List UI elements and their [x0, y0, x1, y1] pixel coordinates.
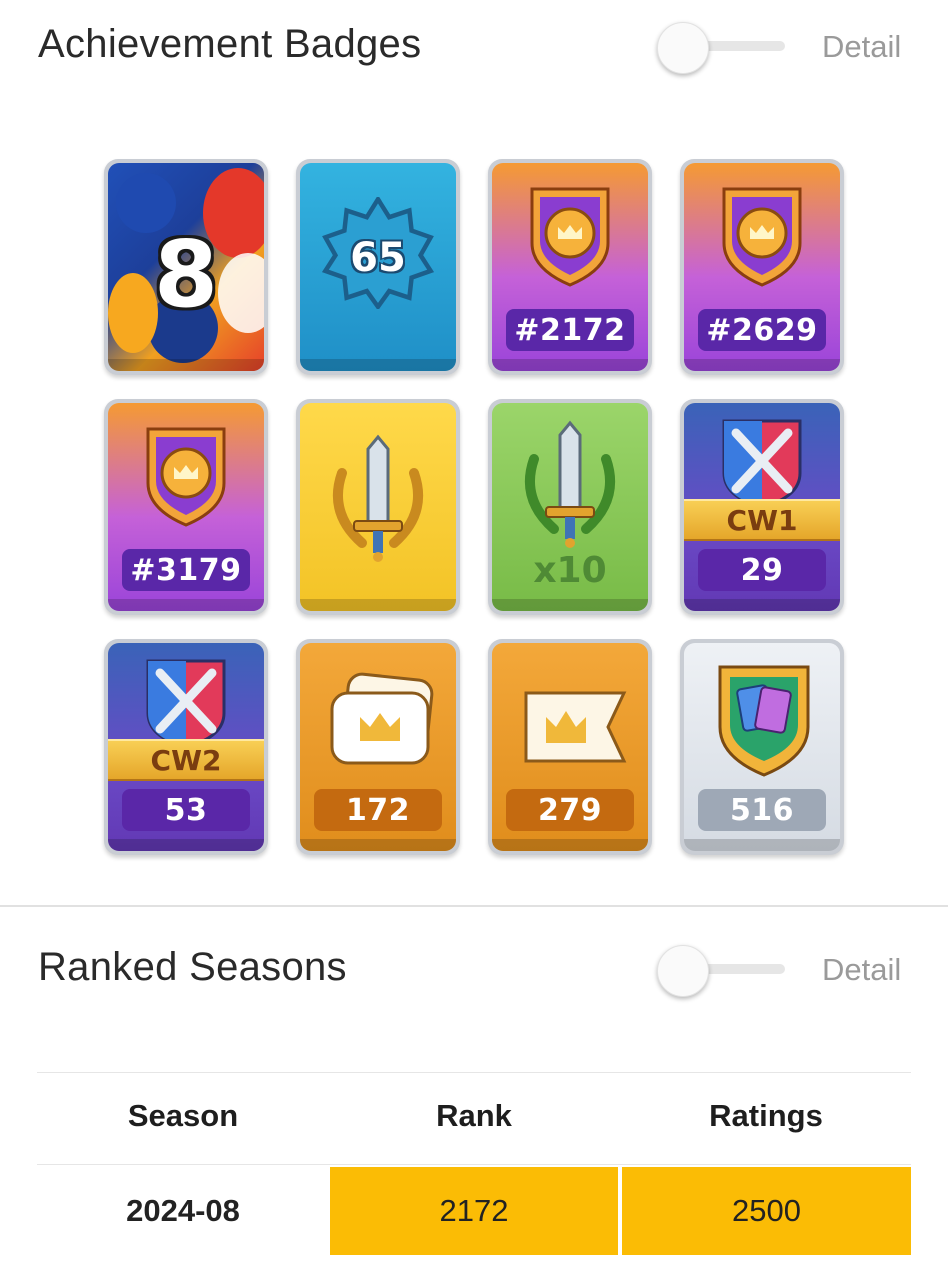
rank-label: #2172 [506, 309, 634, 351]
badge-sword-gold[interactable] [296, 399, 460, 615]
anniversary-number: 8 [153, 221, 218, 328]
crown-flag-icon [524, 691, 627, 763]
sword-laurel-icon [332, 434, 424, 562]
rank-label: #2629 [698, 309, 826, 351]
table-top-border [37, 1072, 911, 1073]
badge-anniversary[interactable]: 8 [104, 159, 268, 375]
ranked-seasons-title: Ranked Seasons [38, 945, 347, 989]
cell-rank: 2172 [330, 1167, 618, 1255]
count-label: 516 [698, 789, 826, 831]
header-season: Season [127, 1098, 239, 1133]
cards-shield-icon [718, 665, 810, 777]
count-label: 279 [506, 789, 634, 831]
table-row-border [37, 1164, 911, 1165]
cell-ratings: 2500 [622, 1167, 911, 1255]
multiplier-text: x10 [533, 550, 607, 591]
badge-level[interactable]: 65 [296, 159, 460, 375]
achievement-detail-label: Detail [822, 29, 902, 64]
badge-cards-shield[interactable]: 516 [680, 639, 844, 855]
badge-cw2[interactable]: CW2 53 [104, 639, 268, 855]
badge-crown-flag[interactable]: 279 [488, 639, 652, 855]
rank-label: #3179 [122, 549, 250, 591]
level-number: 65 [350, 235, 406, 281]
toggle-knob [657, 945, 709, 997]
toggle-knob [657, 22, 709, 74]
header-ratings: Ratings [709, 1098, 823, 1133]
crown-card-icon [330, 672, 434, 765]
ranked-detail-label: Detail [822, 952, 902, 987]
badge-rank-3179[interactable]: #3179 [104, 399, 268, 615]
crown-crest-icon [530, 187, 610, 287]
badge-sword-green[interactable]: x10 [488, 399, 652, 615]
crossed-swords-icon [146, 659, 226, 749]
cw-ribbon: CW2 [108, 739, 264, 781]
sword-laurel-icon [524, 420, 616, 548]
cell-season: 2024-08 [126, 1193, 240, 1228]
count-label: 172 [314, 789, 442, 831]
achievement-badges-title: Achievement Badges [38, 22, 422, 66]
cw-count-label: 29 [698, 549, 826, 591]
ranked-detail-toggle[interactable] [657, 945, 787, 997]
achievement-detail-toggle[interactable] [657, 22, 787, 74]
section-divider [0, 905, 948, 907]
badge-rank-2172[interactable]: #2172 [488, 159, 652, 375]
crown-crest-icon [146, 427, 226, 527]
crossed-swords-icon [722, 419, 802, 509]
crown-crest-icon [722, 187, 802, 287]
header-rank: Rank [436, 1098, 512, 1133]
cw-count-label: 53 [122, 789, 250, 831]
badge-crown-card[interactable]: 172 [296, 639, 460, 855]
badge-cw1[interactable]: CW1 29 [680, 399, 844, 615]
cw-ribbon: CW1 [684, 499, 840, 541]
badge-rank-2629[interactable]: #2629 [680, 159, 844, 375]
